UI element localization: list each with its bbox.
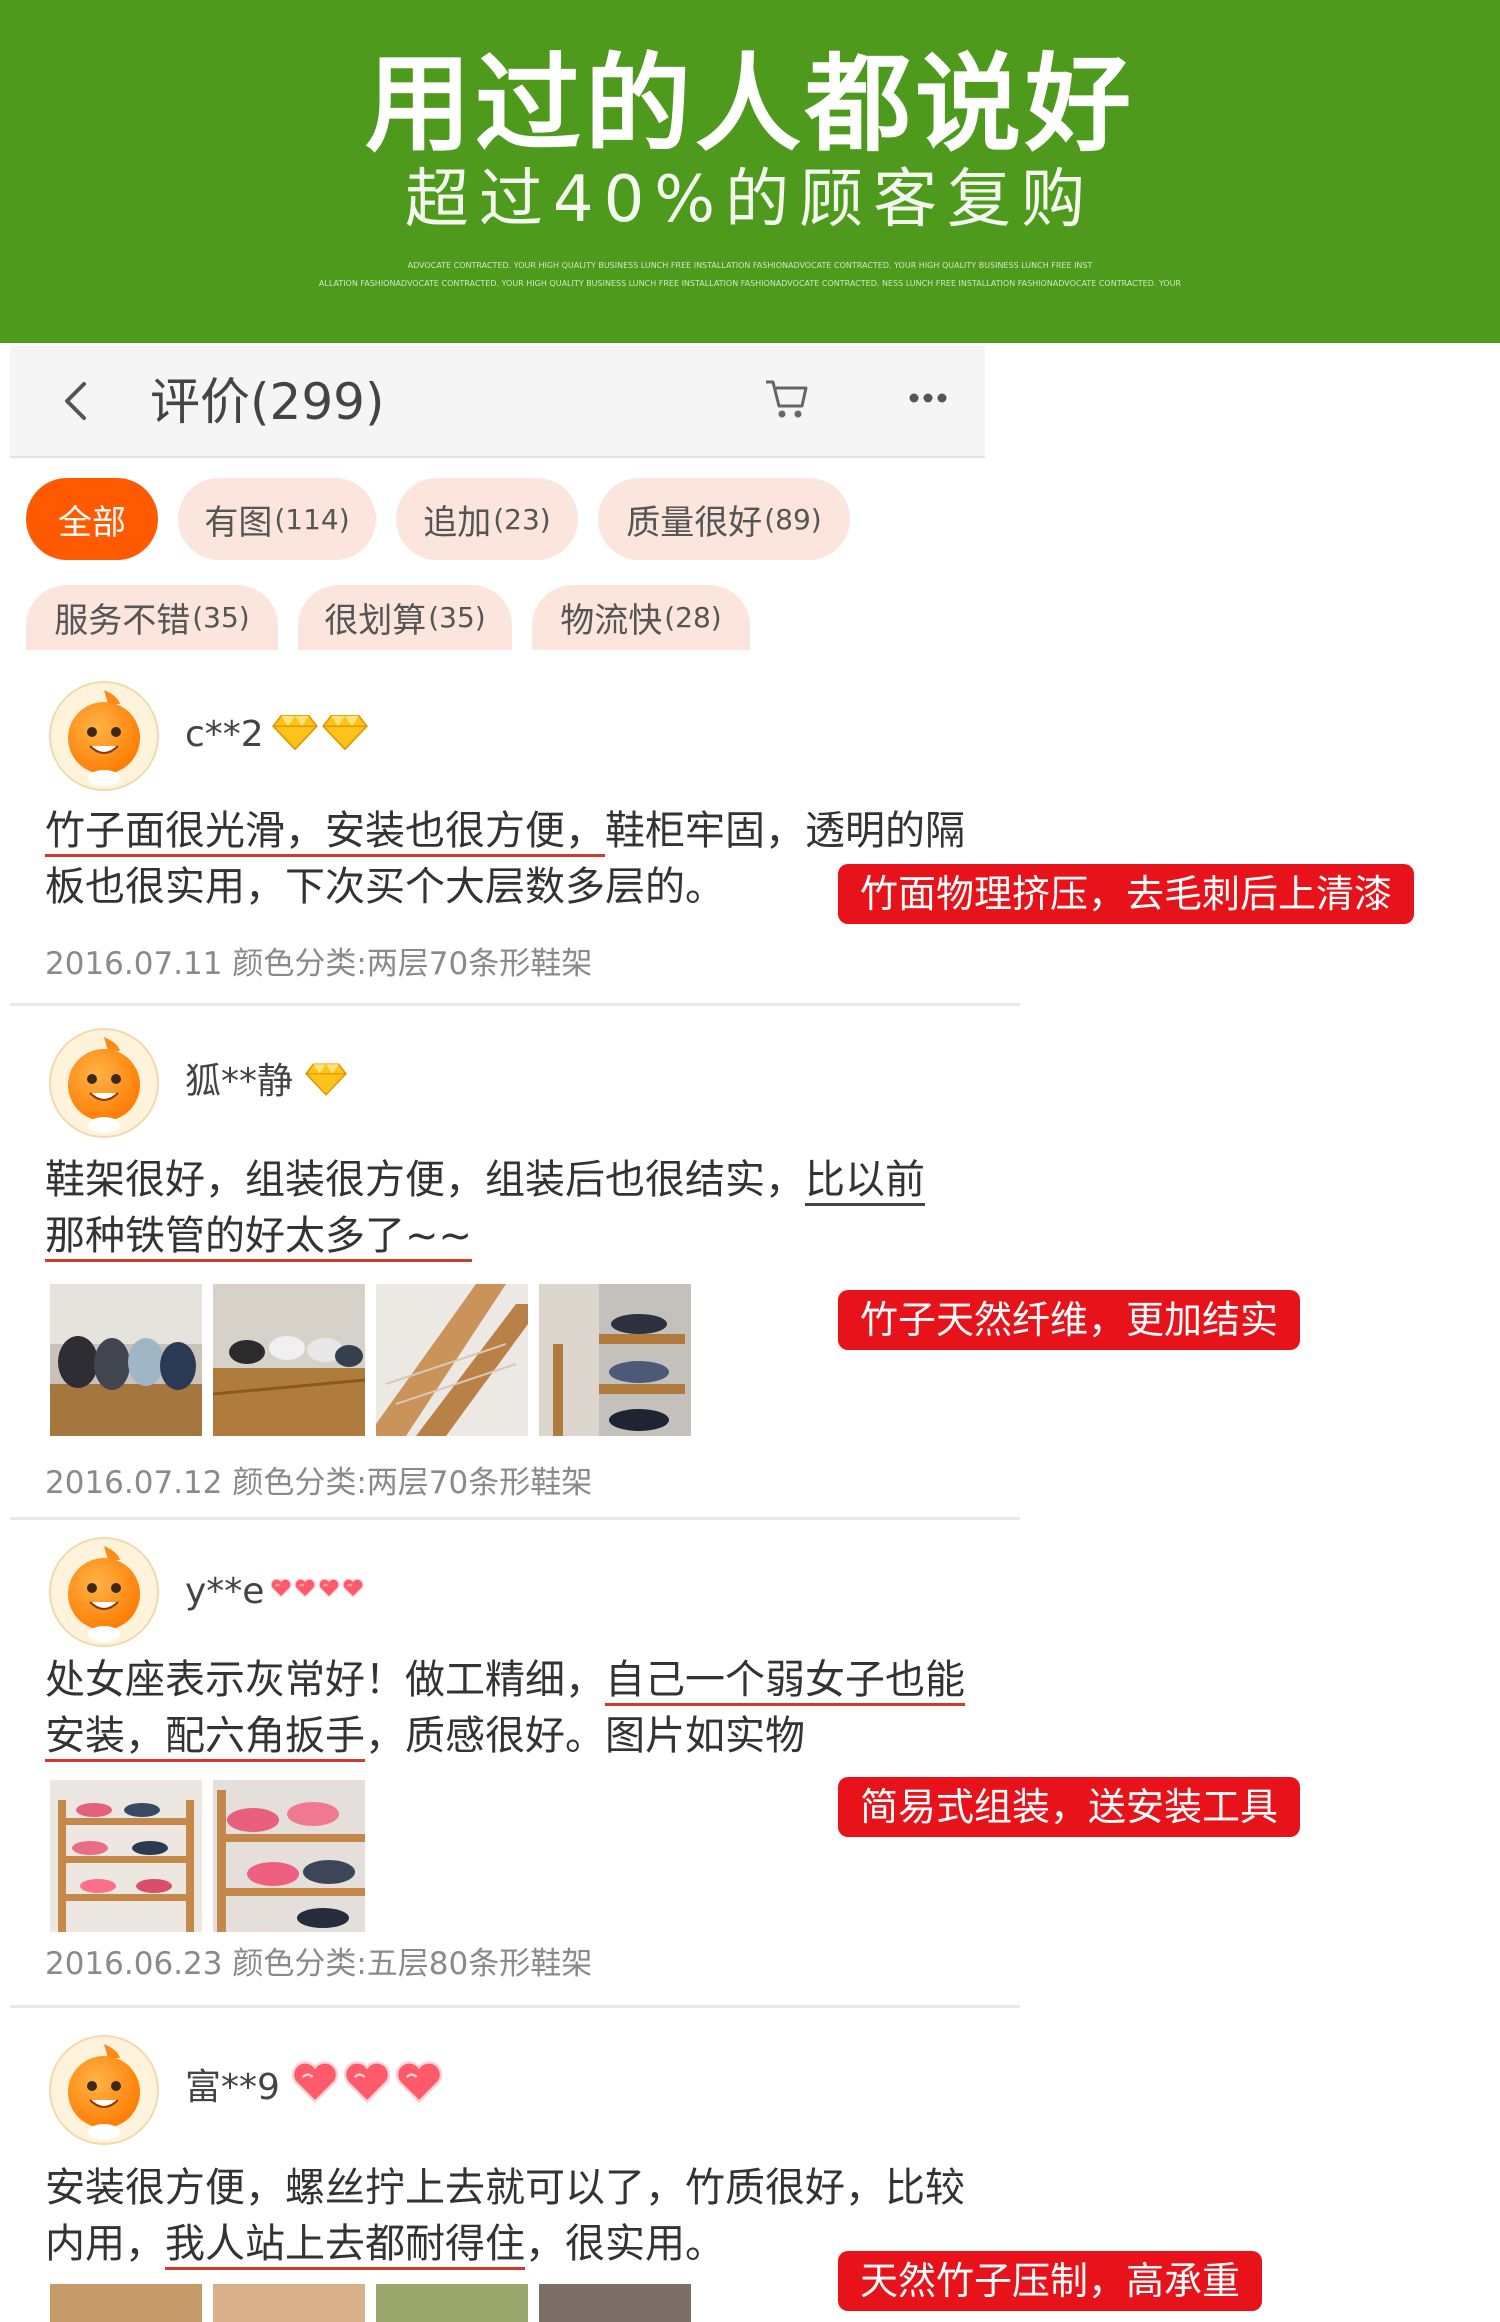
reviewer-name: y**e [185, 1571, 265, 1612]
highlighted-text: 我人站上去都耐得住 [165, 2221, 525, 2270]
heart-icon [290, 2060, 340, 2104]
filter-chip-label: 全部 [58, 502, 126, 543]
avatar [48, 1536, 160, 1648]
filter-chip-all[interactable]: 全部 [26, 478, 158, 560]
diamond-icon [272, 713, 318, 751]
review-photo[interactable] [213, 1284, 365, 1436]
review-photo[interactable] [50, 2284, 202, 2322]
feature-badge: 竹子天然纤维，更加结实 [838, 1290, 1301, 1350]
heart-icon [294, 1578, 316, 1598]
avatar [48, 1027, 160, 1139]
review-text-segment: ，很实用。 [525, 2221, 725, 2267]
review-photo[interactable] [213, 2284, 365, 2322]
heart-icon [342, 1578, 364, 1598]
filter-chip-count: (114) [274, 502, 350, 536]
filter-chip-service[interactable]: 服务不错 (35) [26, 585, 278, 650]
filter-chip-label: 有图 [204, 502, 273, 543]
filter-chip-count: (23) [493, 502, 551, 536]
filter-chip-label: 很划算 [324, 601, 427, 641]
banner-fine-print: ALLATION FASHIONADVOCATE CONTRACTED. YOU… [318, 280, 1182, 288]
filter-chip-count: (35) [428, 601, 486, 634]
review-photo[interactable] [376, 2284, 528, 2322]
diamond-icon [305, 1062, 347, 1096]
heart-icon [342, 2060, 392, 2104]
filter-chip-count: (35) [192, 601, 250, 634]
review-text-segment: 内用， [45, 2221, 165, 2267]
highlighted-text: 自己一个弱女子也能 [605, 1657, 965, 1706]
review-text-segment: 处女座表示灰常好！做工精细， [45, 1657, 605, 1703]
review-text-segment: 鞋柜牢固，透明的隔 [605, 808, 965, 854]
divider [10, 1517, 1020, 1520]
review-meta: 2016.07.11 颜色分类:两层70条形鞋架 [45, 946, 593, 982]
filter-chip-label: 服务不错 [54, 601, 191, 641]
review-photo[interactable] [50, 1780, 202, 1932]
reviewer-name: 狐**静 [185, 1061, 294, 1102]
review-text: 鞋架很好，组装很方便，组装后也很结实，比以前 那种铁管的好太多了~~ [45, 1152, 985, 1264]
reviewer-name: 富**9 [185, 2067, 280, 2108]
avatar [48, 680, 160, 792]
banner-title: 用过的人都说好 [365, 41, 1135, 166]
banner-fine-print: ADVOCATE CONTRACTED. YOUR HIGH QUALITY B… [407, 262, 1093, 270]
filter-chip-followup[interactable]: 追加 (23) [396, 478, 578, 560]
filter-chip-value[interactable]: 很划算 (35) [298, 585, 512, 650]
promo-banner: 用过的人都说好 超过40%的顾客复购 ADVOCATE CONTRACTED. … [0, 0, 1500, 343]
heart-icon [270, 1578, 292, 1598]
divider [10, 2005, 1020, 2008]
filter-chip-count: (28) [664, 601, 722, 634]
filter-chip-label: 质量很好 [626, 502, 763, 543]
review-photo[interactable] [213, 1780, 365, 1932]
avatar [48, 2034, 160, 2146]
filter-chip-count: (89) [764, 502, 822, 536]
review-photo[interactable] [539, 1284, 691, 1436]
feature-badge: 天然竹子压制，高承重 [838, 2251, 1263, 2311]
review-text: 处女座表示灰常好！做工精细，自己一个弱女子也能 安装，配六角扳手，质感很好。图片… [45, 1652, 985, 1764]
chevron-left-icon[interactable] [52, 376, 102, 426]
heart-icon [318, 1578, 340, 1598]
review-text-segment: ，质感很好。图片如实物 [365, 1713, 805, 1759]
divider [10, 1003, 1020, 1006]
review-meta: 2016.07.12 颜色分类:两层70条形鞋架 [45, 1465, 593, 1501]
review-text-segment: 鞋架很好，组装很方便，组装后也很结实， [45, 1157, 805, 1203]
diamond-icon [322, 713, 368, 751]
feature-badge: 竹面物理挤压，去毛刺后上清漆 [838, 864, 1415, 924]
reviewer-name: c**2 [185, 714, 264, 755]
banner-subtitle: 超过40%的顾客复购 [404, 163, 1096, 237]
cart-icon[interactable] [758, 370, 814, 426]
review-text-segment: 安装很方便，螺丝拧上去就可以了，竹质很好，比较 [45, 2165, 965, 2211]
feature-badge: 简易式组装，送安装工具 [838, 1777, 1301, 1837]
filter-chip-label: 物流快 [560, 601, 663, 641]
heart-icon [394, 2060, 444, 2104]
highlighted-text: 竹子面很光滑，安装也很方便， [45, 808, 605, 857]
review-meta: 2016.06.23 颜色分类:五层80条形鞋架 [45, 1946, 593, 1982]
highlighted-text: 安装，配六角扳手 [45, 1713, 365, 1762]
review-photo[interactable] [376, 1284, 528, 1436]
page-title: 评价(299) [150, 373, 385, 431]
filter-chip-with-photos[interactable]: 有图 (114) [178, 478, 376, 560]
highlighted-text: 比以前 [805, 1157, 925, 1206]
review-photo[interactable] [539, 2284, 691, 2322]
highlighted-text: 那种铁管的好太多了~~ [45, 1213, 473, 1262]
more-icon[interactable] [900, 370, 956, 426]
review-photo[interactable] [50, 1284, 202, 1436]
filter-chip-label: 追加 [423, 502, 492, 543]
reviews-header: 评价(299) [10, 346, 985, 458]
filter-chip-shipping[interactable]: 物流快 (28) [532, 585, 750, 650]
filter-chip-quality[interactable]: 质量很好 (89) [598, 478, 850, 560]
